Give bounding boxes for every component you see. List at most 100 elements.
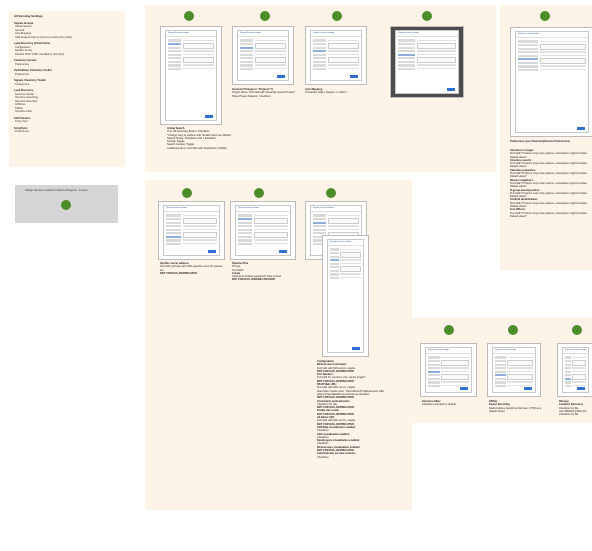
dialog-save-button[interactable] xyxy=(577,127,585,130)
dialog-sidebar-item[interactable] xyxy=(565,370,571,373)
dialog-sidebar-item[interactable] xyxy=(518,65,538,68)
dialog-field[interactable] xyxy=(254,217,288,224)
dialog-sidebar-item[interactable] xyxy=(238,228,253,231)
dialog-field[interactable] xyxy=(183,56,214,63)
dialog-sidebar-item[interactable] xyxy=(330,266,339,269)
dialog-sidebar-item[interactable] xyxy=(428,359,440,363)
dialog-sidebar-item[interactable] xyxy=(565,363,571,366)
dialog-sidebar-item[interactable] xyxy=(240,68,253,71)
dialog-sidebar-item[interactable] xyxy=(398,64,415,67)
dialog-sidebar-item[interactable] xyxy=(330,255,339,258)
dialog-sidebar-item[interactable] xyxy=(240,64,253,67)
dialog-save-button[interactable] xyxy=(460,387,468,390)
dialog-field[interactable] xyxy=(540,43,586,50)
dialog-sidebar-item[interactable] xyxy=(313,39,326,42)
dialog-sidebar-item[interactable] xyxy=(330,277,339,280)
dialog-sidebar-item[interactable] xyxy=(166,228,181,231)
dialog-sidebar-item[interactable] xyxy=(330,269,339,273)
dialog-sidebar-item[interactable] xyxy=(240,39,253,42)
dialog-sidebar-item[interactable] xyxy=(565,359,571,363)
dialog-sidebar-item[interactable] xyxy=(495,385,506,388)
dialog-field[interactable] xyxy=(441,359,469,366)
dialog-sidebar-item[interactable] xyxy=(168,42,181,46)
dialog-sidebar-item[interactable] xyxy=(313,57,326,60)
dialog-sidebar-item[interactable] xyxy=(238,235,253,239)
dialog-save-button[interactable] xyxy=(277,75,285,78)
dialog-sidebar-item[interactable] xyxy=(398,53,415,56)
dialog-save-button[interactable] xyxy=(279,250,287,253)
dialog-sidebar-item[interactable] xyxy=(168,50,181,53)
dialog-sidebar-item[interactable] xyxy=(330,251,339,255)
dialog-field[interactable] xyxy=(339,251,361,258)
dialog-sidebar-item[interactable] xyxy=(495,381,506,384)
dialog-field[interactable] xyxy=(182,231,217,238)
dialog-sidebar-item[interactable] xyxy=(240,46,253,49)
dialog-sidebar-item[interactable] xyxy=(313,217,326,221)
dialog-sidebar-item[interactable] xyxy=(238,225,253,228)
dialog-sidebar-item[interactable] xyxy=(428,356,440,359)
dialog-sidebar-item[interactable] xyxy=(313,68,326,71)
dialog-sidebar-item[interactable] xyxy=(240,53,253,56)
dialog-sidebar-item[interactable] xyxy=(330,248,339,251)
dialog-field[interactable] xyxy=(417,42,456,49)
dialog-sidebar-item[interactable] xyxy=(238,221,253,224)
dialog-sidebar-item[interactable] xyxy=(166,217,181,221)
dialog-field[interactable] xyxy=(255,56,286,63)
dialog-sidebar-item[interactable] xyxy=(330,262,339,265)
dialog-sidebar-item[interactable] xyxy=(313,225,326,228)
dialog-sidebar-item[interactable] xyxy=(565,377,571,381)
dialog-sidebar-item[interactable] xyxy=(313,46,326,49)
dialog-sidebar-item[interactable] xyxy=(166,232,181,235)
dialog-field[interactable] xyxy=(339,265,361,272)
dialog-sidebar-item[interactable] xyxy=(565,367,571,370)
dialog-sidebar-item[interactable] xyxy=(168,60,181,64)
dialog-field[interactable] xyxy=(183,42,214,49)
dialog-field[interactable] xyxy=(540,57,586,64)
dialog-sidebar-item[interactable] xyxy=(166,225,181,228)
dialog-sidebar-item[interactable] xyxy=(518,54,538,57)
dialog-field[interactable] xyxy=(507,359,533,366)
dialog-sidebar-item[interactable] xyxy=(428,381,440,384)
dialog-sidebar-item[interactable] xyxy=(398,57,415,60)
dialog-sidebar-item[interactable] xyxy=(313,221,326,224)
dialog-field[interactable] xyxy=(571,359,586,366)
dialog-sidebar-item[interactable] xyxy=(428,374,440,377)
dialog-sidebar-item[interactable] xyxy=(168,39,181,42)
dialog-sidebar-item[interactable] xyxy=(313,228,326,231)
dialog-sidebar-item[interactable] xyxy=(240,50,253,53)
dialog-sidebar-item[interactable] xyxy=(428,370,440,373)
dialog-sidebar-item[interactable] xyxy=(495,359,506,363)
dialog-save-button[interactable] xyxy=(205,115,213,118)
dialog-field[interactable] xyxy=(441,373,469,380)
dialog-sidebar-item[interactable] xyxy=(398,39,415,42)
dialog-sidebar-item[interactable] xyxy=(166,221,181,224)
dialog-field[interactable] xyxy=(328,56,359,63)
dialog-field[interactable] xyxy=(571,373,586,380)
dialog-sidebar-item[interactable] xyxy=(495,363,506,366)
dialog-sidebar-item[interactable] xyxy=(398,60,415,64)
dialog-sidebar-item[interactable] xyxy=(240,42,253,46)
dialog-sidebar-item[interactable] xyxy=(313,64,326,67)
dialog-save-button[interactable] xyxy=(350,75,358,78)
dialog-field[interactable] xyxy=(255,42,286,49)
dialog-sidebar-item[interactable] xyxy=(428,385,440,388)
dialog-sidebar-item[interactable] xyxy=(428,377,440,381)
dialog-sidebar-item[interactable] xyxy=(313,214,326,217)
dialog-sidebar-item[interactable] xyxy=(238,239,253,242)
dialog-sidebar-item[interactable] xyxy=(495,374,506,377)
dialog-sidebar-item[interactable] xyxy=(313,60,326,64)
dialog-save-button[interactable] xyxy=(208,250,216,253)
dialog-field[interactable] xyxy=(328,42,359,49)
dialog-sidebar-item[interactable] xyxy=(168,46,181,49)
dialog-sidebar-item[interactable] xyxy=(168,53,181,56)
dialog-sidebar-item[interactable] xyxy=(565,385,571,388)
dialog-sidebar-item[interactable] xyxy=(330,273,339,276)
dialog-sidebar-item[interactable] xyxy=(518,58,538,61)
dialog-sidebar-item[interactable] xyxy=(518,61,538,65)
dialog-sidebar-item[interactable] xyxy=(398,42,415,46)
dialog-sidebar-item[interactable] xyxy=(518,51,538,54)
dialog-sidebar-item[interactable] xyxy=(166,214,181,217)
dialog-sidebar-item[interactable] xyxy=(565,374,571,377)
dialog-sidebar-item[interactable] xyxy=(313,50,326,53)
dialog-sidebar-item[interactable] xyxy=(565,356,571,359)
